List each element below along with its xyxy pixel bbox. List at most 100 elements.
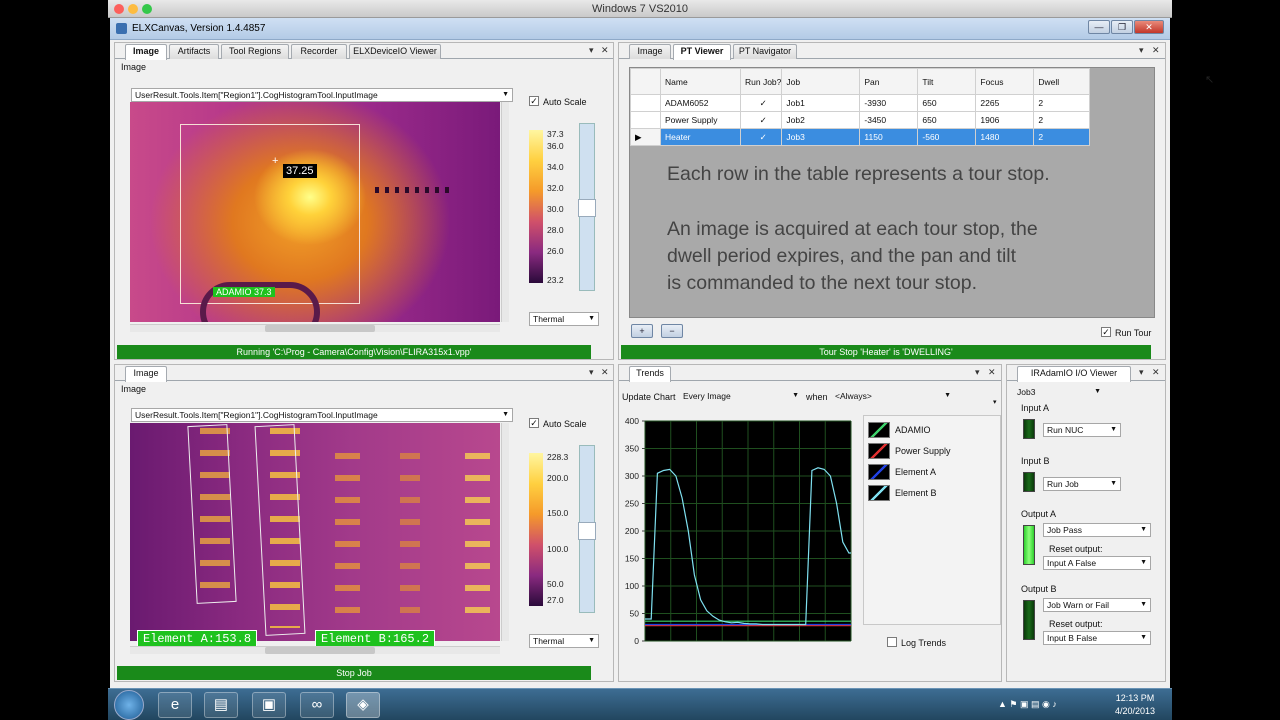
pin-dropdown-icon[interactable]: ▾ <box>1139 45 1144 56</box>
cell-pan[interactable]: -3930 <box>859 94 919 112</box>
tab-elxdeviceio-viewer[interactable]: ELXDeviceIO Viewer <box>349 44 441 59</box>
close-panel-icon[interactable]: ✕ <box>601 45 609 56</box>
image-vertical-scrollbar[interactable] <box>501 423 509 641</box>
tray-icons[interactable]: ▲ ⚑ ▣ ▤ ◉ ♪ <box>998 699 1057 710</box>
file-explorer-icon[interactable]: ▤ <box>204 692 238 718</box>
scroll-thumb[interactable] <box>265 325 375 332</box>
tab-image[interactable]: Image <box>629 44 671 59</box>
cell-name[interactable]: ADAM6052 <box>660 94 741 112</box>
close-panel-icon[interactable]: ✕ <box>601 367 609 378</box>
image-horizontal-scrollbar[interactable] <box>130 324 500 332</box>
cell-run-job-checkbox[interactable]: ✓ <box>739 128 783 146</box>
job-combo[interactable]: Job3 ▼ <box>1013 385 1105 399</box>
cell-name[interactable]: Power Supply <box>660 111 741 129</box>
trend-chart[interactable]: 0 50 100 150 200 250 300 350 400 <box>619 411 859 649</box>
expand-icon[interactable]: ▾ <box>993 398 997 406</box>
col-name[interactable]: Name <box>660 68 741 95</box>
slider-thumb[interactable] <box>578 199 596 217</box>
visual-studio-icon[interactable]: ∞ <box>300 692 334 718</box>
tab-trends[interactable]: Trends <box>629 366 671 382</box>
image-vertical-scrollbar[interactable] <box>501 102 509 322</box>
cell-tilt[interactable]: 650 <box>917 111 977 129</box>
tab-iradamio-viewer[interactable]: IRAdamIO I/O Viewer <box>1017 366 1131 382</box>
col-run-job[interactable]: Run Job? <box>739 68 783 95</box>
update-frequency-combo[interactable]: Every Image ▼ <box>679 389 803 403</box>
table-row[interactable]: Power Supply ✓ Job2 -3450 650 1906 2 <box>630 111 1091 129</box>
col-pan[interactable]: Pan <box>859 68 919 95</box>
pin-dropdown-icon[interactable]: ▾ <box>975 367 980 378</box>
run-tour-checkbox[interactable]: ✓ <box>1101 327 1111 337</box>
stop-job-button[interactable]: Stop Job <box>117 666 591 680</box>
remove-stop-button[interactable]: − <box>661 324 683 338</box>
cell-name[interactable]: Heater <box>660 128 741 146</box>
when-combo[interactable]: <Always> ▼ <box>831 389 955 403</box>
output-b-combo[interactable]: Job Warn or Fail ▼ <box>1043 598 1151 612</box>
row-header-cell[interactable] <box>630 94 661 112</box>
table-row[interactable]: ADAM6052 ✓ Job1 -3930 650 2265 2 <box>630 94 1091 112</box>
tab-tool-regions[interactable]: Tool Regions <box>221 44 289 59</box>
cell-job[interactable]: Job3 <box>781 128 861 146</box>
elxcanvas-taskbar-icon[interactable]: ◈ <box>346 692 380 718</box>
row-header-cell[interactable] <box>630 111 661 129</box>
close-panel-icon[interactable]: ✕ <box>988 367 996 378</box>
pin-dropdown-icon[interactable]: ▾ <box>1139 367 1144 378</box>
pin-dropdown-icon[interactable]: ▾ <box>589 45 594 56</box>
log-trends-checkbox[interactable] <box>887 637 897 647</box>
col-focus[interactable]: Focus <box>975 68 1035 95</box>
col-dwell[interactable]: Dwell <box>1033 68 1091 95</box>
output-a-combo[interactable]: Job Pass ▼ <box>1043 523 1151 537</box>
palette-combo[interactable]: Thermal ▼ <box>529 634 599 648</box>
close-panel-icon[interactable]: ✕ <box>1152 45 1160 56</box>
cell-dwell[interactable]: 2 <box>1033 94 1091 112</box>
scale-slider[interactable] <box>578 445 596 613</box>
thermal-image-view[interactable]: + 37.25 ADAMIO 37.3 <box>130 102 500 322</box>
auto-scale-checkbox[interactable]: ✓ <box>529 96 539 106</box>
tab-artifacts[interactable]: Artifacts <box>169 44 219 59</box>
tab-pt-viewer[interactable]: PT Viewer <box>673 44 731 60</box>
reset-output-a-combo[interactable]: Input A False ▼ <box>1043 556 1151 570</box>
remote-desktop-icon[interactable]: ▣ <box>252 692 286 718</box>
image-source-combo[interactable]: UserResult.Tools.Item["Region1"].CogHist… <box>131 88 513 102</box>
minimize-button[interactable]: — <box>1088 20 1110 34</box>
auto-scale-checkbox[interactable]: ✓ <box>529 418 539 428</box>
reset-output-b-combo[interactable]: Input B False ▼ <box>1043 631 1151 645</box>
table-row-selected[interactable]: ▶ Heater ✓ Job3 1150 -560 1480 2 <box>630 128 1091 146</box>
tab-pt-navigator[interactable]: PT Navigator <box>733 44 797 59</box>
cell-job[interactable]: Job1 <box>781 94 861 112</box>
roi-box[interactable] <box>180 124 360 304</box>
cell-run-job-checkbox[interactable]: ✓ <box>739 94 783 112</box>
pin-dropdown-icon[interactable]: ▾ <box>589 367 594 378</box>
cell-dwell[interactable]: 2 <box>1033 111 1091 129</box>
cell-focus[interactable]: 1480 <box>975 128 1035 146</box>
cell-run-job-checkbox[interactable]: ✓ <box>739 111 783 129</box>
close-panel-icon[interactable]: ✕ <box>1152 367 1160 378</box>
image-horizontal-scrollbar[interactable] <box>130 646 500 654</box>
scroll-thumb[interactable] <box>265 647 375 654</box>
thermal-image-view[interactable] <box>130 423 500 641</box>
image-source-combo[interactable]: UserResult.Tools.Item["Region1"].CogHist… <box>131 408 513 422</box>
cell-focus[interactable]: 2265 <box>975 94 1035 112</box>
cell-tilt[interactable]: 650 <box>917 94 977 112</box>
tab-recorder[interactable]: Recorder <box>291 44 347 59</box>
palette-combo[interactable]: Thermal ▼ <box>529 312 599 326</box>
input-a-combo[interactable]: Run NUC ▼ <box>1043 423 1121 437</box>
col-tilt[interactable]: Tilt <box>917 68 977 95</box>
add-stop-button[interactable]: + <box>631 324 653 338</box>
start-button-icon[interactable] <box>114 690 144 720</box>
tab-image[interactable]: Image <box>125 366 167 382</box>
slider-thumb[interactable] <box>578 522 596 540</box>
input-b-combo[interactable]: Run Job ▼ <box>1043 477 1121 491</box>
cell-focus[interactable]: 1906 <box>975 111 1035 129</box>
close-button[interactable]: ✕ <box>1134 20 1164 34</box>
col-job[interactable]: Job <box>781 68 861 95</box>
maximize-button[interactable]: ❐ <box>1111 20 1133 34</box>
scale-slider[interactable] <box>578 123 596 291</box>
cell-tilt[interactable]: -560 <box>917 128 977 146</box>
cell-dwell[interactable]: 2 <box>1033 128 1091 146</box>
cell-pan[interactable]: -3450 <box>859 111 919 129</box>
tab-image[interactable]: Image <box>125 44 167 60</box>
cell-job[interactable]: Job2 <box>781 111 861 129</box>
row-pointer-icon[interactable]: ▶ <box>630 128 661 146</box>
cell-pan[interactable]: 1150 <box>859 128 919 146</box>
internet-explorer-icon[interactable]: e <box>158 692 192 718</box>
